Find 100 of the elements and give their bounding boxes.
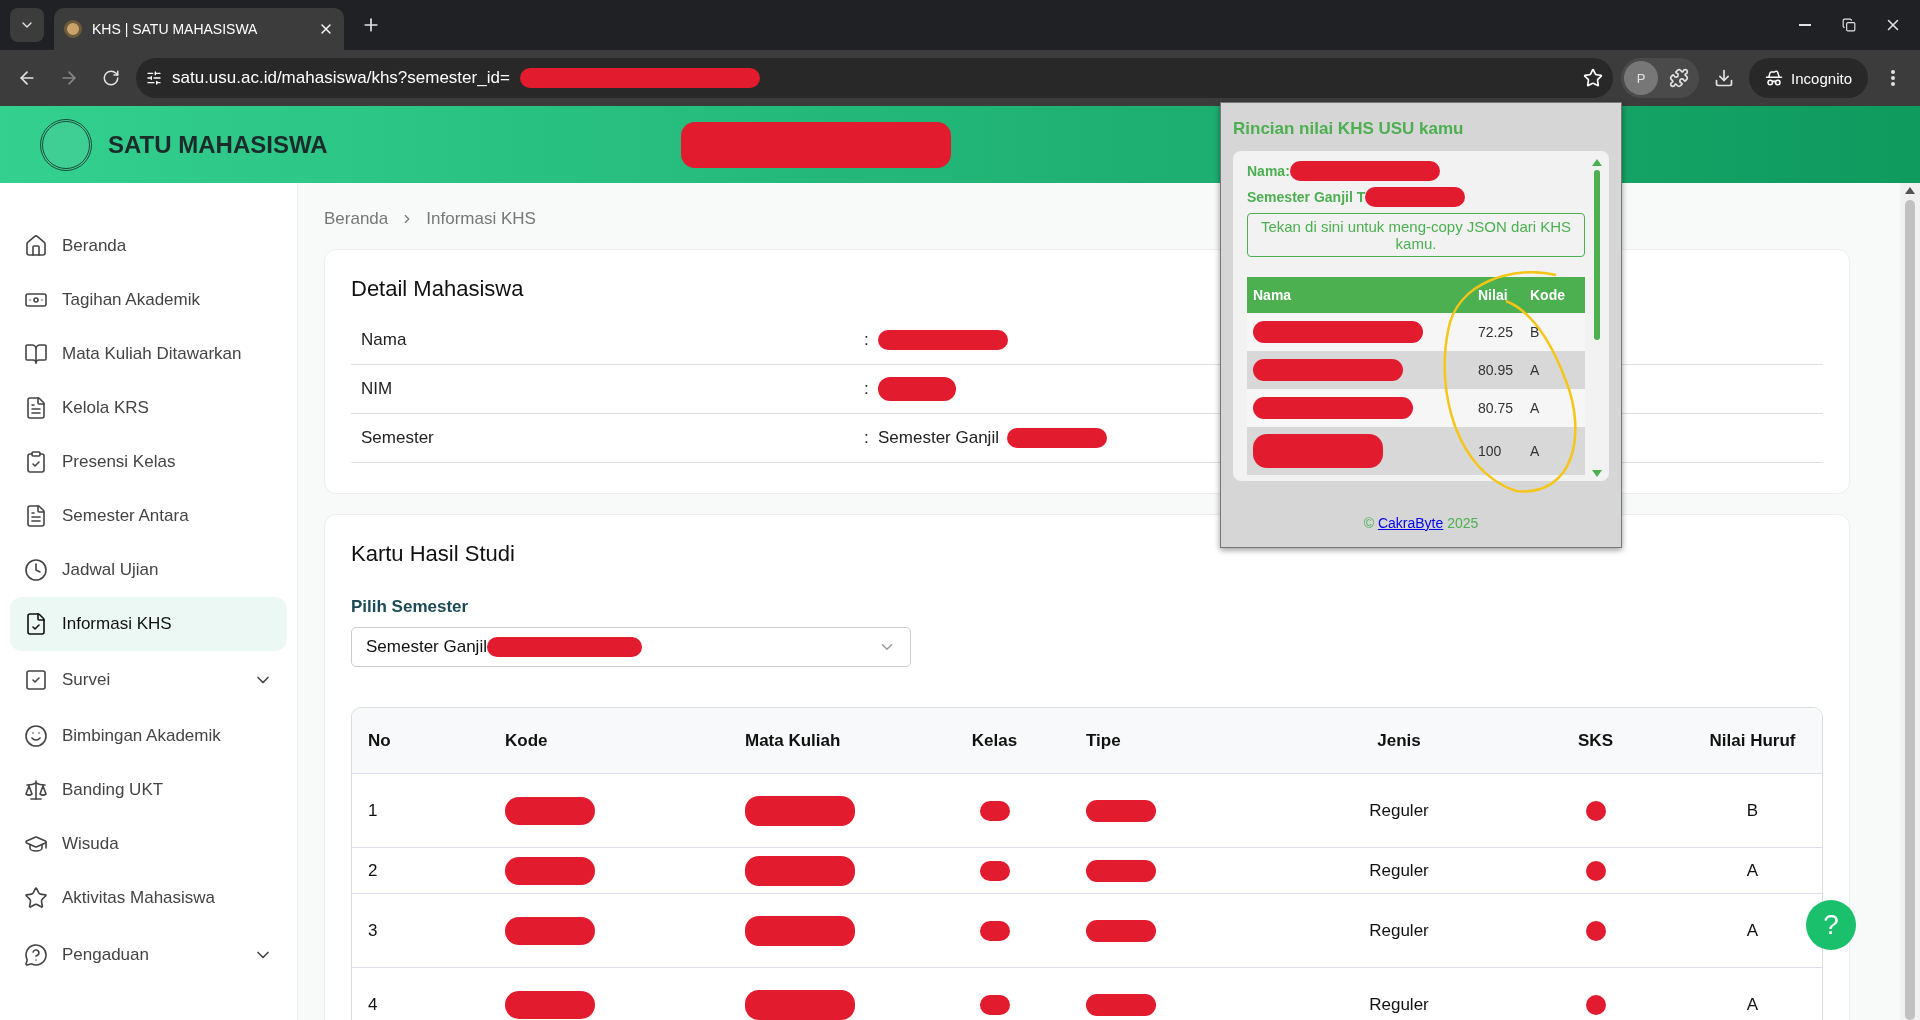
- field-value: Semester Ganjil: [878, 428, 999, 448]
- name-label: Nama:: [1247, 163, 1290, 179]
- sidebar-item[interactable]: Informasi KHS: [10, 596, 287, 651]
- breadcrumb-link[interactable]: Beranda: [324, 209, 389, 229]
- sidebar-item[interactable]: Pengaduan: [10, 925, 287, 984]
- sidebar-item[interactable]: Survei: [10, 650, 287, 710]
- sidebar-item[interactable]: Jadwal Ujian: [10, 542, 287, 597]
- document-icon: [24, 395, 48, 420]
- popup-title: Rincian nilai KHS USU kamu: [1233, 119, 1465, 139]
- redaction-mark: [1086, 919, 1156, 942]
- colon-separator: :: [864, 379, 870, 399]
- scale-icon: [24, 778, 48, 803]
- table-cell-text: Reguler: [1368, 920, 1430, 941]
- sidebar-item[interactable]: Aktivitas Mahasiswa: [10, 871, 287, 926]
- minimize-icon: [1799, 24, 1811, 26]
- browser-tab[interactable]: KHS | SATU MAHASISWA: [54, 8, 344, 50]
- table-cell-text: A: [1745, 920, 1760, 941]
- download-icon: [1714, 68, 1735, 88]
- sidebar-item[interactable]: Banding UKT: [10, 763, 287, 818]
- redaction-mark: [1585, 994, 1606, 1015]
- redaction-mark: [1585, 800, 1606, 821]
- table-cell-text: A: [1745, 860, 1760, 881]
- table-cell-text: Reguler: [1368, 860, 1430, 881]
- table-cell-text: 2: [367, 860, 379, 881]
- semester-select[interactable]: Semester Ganjil: [351, 627, 911, 667]
- table-cell-text: 100: [1478, 443, 1503, 459]
- popup-footer: © CakraByte 2025: [1233, 515, 1609, 531]
- question-icon: [24, 942, 48, 967]
- sidebar-item[interactable]: Kelola KRS: [10, 380, 287, 435]
- table-cell-text: 80.95: [1478, 362, 1515, 378]
- field-label: Semester: [361, 428, 435, 448]
- column-header: Kode: [504, 730, 549, 751]
- redaction-mark: [1585, 920, 1606, 941]
- sidebar-item[interactable]: Beranda: [10, 219, 287, 273]
- colon-separator: :: [864, 428, 870, 448]
- clock-icon: [24, 557, 48, 582]
- table-cell-text: 1: [367, 800, 379, 821]
- app-title: SATU MAHASISWA: [108, 130, 328, 159]
- document-check-icon: [24, 611, 48, 636]
- sidebar-item[interactable]: Tagihan Akademik: [10, 272, 287, 327]
- sidebar-item[interactable]: Presensi Kelas: [10, 434, 287, 489]
- table-cell-text: Reguler: [1368, 994, 1430, 1015]
- column-header: Jenis: [1376, 730, 1422, 751]
- clipboard-check-icon: [24, 449, 48, 474]
- more-icon: [1891, 70, 1895, 86]
- incognito-icon: [1765, 69, 1784, 87]
- sidebar-item[interactable]: Semester Antara: [10, 488, 287, 543]
- redaction-mark: [979, 920, 1010, 941]
- favicon-icon: [64, 20, 82, 38]
- author-link[interactable]: CakraByte: [1377, 515, 1444, 531]
- sidebar-item[interactable]: Mata Kuliah Ditawarkan: [10, 326, 287, 381]
- table-cell-text: A: [1530, 443, 1541, 459]
- incognito-button[interactable]: Incognito: [1749, 58, 1868, 98]
- table-cell-text: A: [1530, 362, 1541, 378]
- site-settings-icon[interactable]: [146, 70, 162, 86]
- column-header: Kode: [1530, 287, 1566, 303]
- colon-separator: :: [864, 330, 870, 350]
- redaction-mark: [979, 800, 1010, 821]
- address-bar[interactable]: satu.usu.ac.id/mahasiswa/khs?semester_id=: [136, 58, 1614, 98]
- table-cell-text: 3: [367, 920, 379, 941]
- reload-icon: [102, 69, 120, 87]
- checkbox-icon: [24, 667, 48, 692]
- card-title: Detail Mahasiswa: [351, 276, 524, 302]
- table-cell-text: B: [1745, 800, 1760, 821]
- redaction-mark: [979, 860, 1010, 881]
- column-header: SKS: [1577, 730, 1614, 751]
- university-logo: [40, 118, 92, 171]
- sidebar-item[interactable]: Bimbingan Akademik: [10, 709, 287, 764]
- redaction-mark: [1086, 799, 1156, 822]
- book-icon: [24, 341, 48, 366]
- semester-label: Semester Ganjil T: [1247, 189, 1366, 205]
- table-cell-text: 4: [367, 994, 379, 1015]
- document-icon: [24, 503, 48, 528]
- field-label: Nama: [361, 330, 408, 350]
- home-icon: [24, 233, 48, 258]
- redaction-mark: [1086, 993, 1156, 1016]
- column-header: Tipe: [1085, 730, 1122, 751]
- restore-icon: [1842, 18, 1856, 32]
- field-label: NIM: [361, 379, 394, 399]
- column-header: No: [367, 730, 392, 751]
- table-cell-text: 72.25: [1478, 324, 1515, 340]
- sidebar-item[interactable]: Wisuda: [10, 817, 287, 872]
- table-cell-text: B: [1530, 324, 1541, 340]
- redaction-mark: [979, 994, 1010, 1015]
- popup-scrollbar[interactable]: [1593, 159, 1601, 477]
- smile-icon: [24, 724, 48, 749]
- column-header: Nilai: [1478, 287, 1509, 303]
- table-cell-text: A: [1530, 400, 1541, 416]
- card-title: Kartu Hasil Studi: [351, 541, 515, 567]
- tab-search-button[interactable]: [10, 8, 44, 42]
- column-header: Nama: [1253, 287, 1293, 303]
- star-icon: [24, 886, 48, 911]
- bookmark-star-icon[interactable]: [1583, 68, 1604, 88]
- table-cell-text: 80.75: [1478, 400, 1515, 416]
- puzzle-icon: [1669, 68, 1690, 88]
- column-header: Nilai Huruf: [1708, 730, 1797, 751]
- redaction-mark: [1585, 860, 1606, 881]
- column-header: Mata Kuliah: [744, 730, 842, 751]
- redaction-mark: [1086, 859, 1156, 882]
- column-header: Kelas: [970, 730, 1019, 751]
